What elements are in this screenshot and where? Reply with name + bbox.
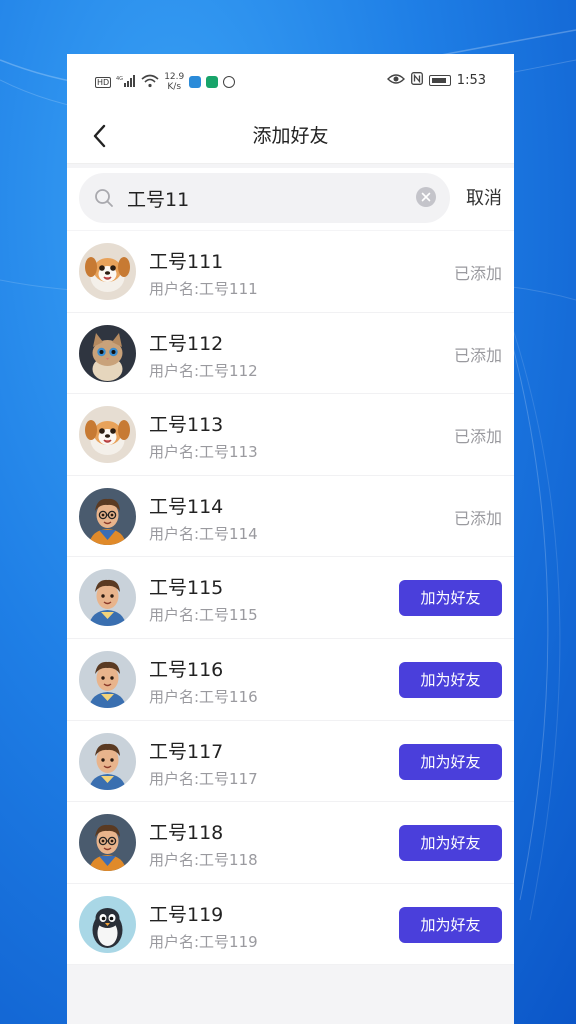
penguin-avatar	[79, 895, 136, 953]
added-status-label: 已添加	[453, 508, 502, 528]
user-display-name: 工号114	[149, 495, 224, 518]
user-username: 用户名:工号118	[149, 851, 258, 870]
add-friend-button[interactable]: 加为好友	[399, 825, 502, 862]
boy-avatar	[79, 650, 136, 708]
list-item[interactable]: 工号119 用户名:工号119 加为好友	[67, 884, 514, 966]
chart-notification-icon	[206, 76, 219, 88]
added-status-label: 已添加	[453, 345, 502, 365]
shield-notification-icon	[223, 76, 236, 88]
nfc-icon	[410, 72, 423, 88]
user-username: 用户名:工号113	[149, 443, 258, 462]
puppy-avatar	[79, 243, 136, 300]
puppy-avatar	[79, 406, 136, 464]
battery-icon	[428, 74, 451, 86]
add-friend-button[interactable]: 加为好友	[399, 906, 502, 943]
net-speed-value: 12.9	[164, 72, 185, 82]
status-bar: HD 4G 12.9 K/s 1:53	[67, 54, 514, 108]
cancel-button[interactable]: 取消	[466, 168, 502, 230]
user-username: 用户名:工号117	[149, 769, 258, 788]
user-display-name: 工号112	[149, 332, 224, 355]
navigation-bar: 添加好友	[67, 108, 514, 164]
search-results-list: 工号111 用户名:工号111 已添加 工号112 用户名:工号112 已添加 工号11…	[67, 231, 514, 966]
search-input[interactable]	[127, 187, 397, 209]
user-username: 用户名:工号114	[149, 524, 258, 543]
net-speed: 12.9 K/s	[164, 72, 184, 92]
kitten-avatar	[79, 324, 136, 382]
list-item[interactable]: 工号116 用户名:工号116 加为好友	[67, 639, 514, 721]
clock: 1:53	[456, 72, 486, 88]
added-status-label: 已添加	[453, 427, 502, 447]
user-display-name: 工号117	[149, 740, 224, 763]
user-display-name: 工号111	[149, 251, 224, 273]
status-right: 1:53	[386, 72, 486, 88]
user-display-name: 工号119	[149, 903, 224, 926]
user-username: 用户名:工号111	[149, 280, 258, 298]
boy-glasses-avatar	[79, 487, 136, 545]
clear-icon[interactable]	[416, 187, 436, 207]
list-item[interactable]: 工号115 用户名:工号115 加为好友	[67, 557, 514, 639]
status-left: HD 4G 12.9 K/s	[95, 72, 236, 92]
user-display-name: 工号115	[149, 577, 224, 600]
signal-icon: 4G	[116, 74, 136, 90]
search-row: 取消	[67, 168, 514, 230]
boy-glasses-avatar	[79, 814, 136, 872]
add-friend-button[interactable]: 加为好友	[399, 743, 502, 780]
user-username: 用户名:工号119	[149, 932, 258, 951]
list-item[interactable]: 工号111 用户名:工号111 已添加	[67, 231, 514, 313]
wifi-icon	[141, 74, 159, 91]
user-username: 用户名:工号112	[149, 361, 258, 380]
user-username: 用户名:工号116	[149, 687, 258, 706]
user-username: 用户名:工号115	[149, 606, 258, 625]
user-display-name: 工号116	[149, 658, 224, 681]
search-icon	[93, 187, 115, 209]
added-status-label: 已添加	[453, 264, 502, 283]
hd-badge: HD	[95, 76, 112, 88]
search-box[interactable]	[79, 173, 450, 223]
net-speed-unit: K/s	[167, 82, 182, 92]
user-display-name: 工号118	[149, 822, 224, 845]
list-item[interactable]: 工号117 用户名:工号117 加为好友	[67, 721, 514, 803]
svg-text:4G: 4G	[116, 76, 123, 82]
app-window: HD 4G 12.9 K/s 1:53 添加好友 工号11 取消 工号111 用…	[67, 54, 514, 1024]
user-display-name: 工号113	[149, 414, 224, 437]
list-item[interactable]: 工号112 用户名:工号112 已添加	[67, 313, 514, 395]
app-notification-icon	[189, 76, 202, 88]
list-item[interactable]: 工号114 用户名:工号114 已添加	[67, 476, 514, 558]
eye-icon	[386, 73, 405, 88]
boy-avatar	[79, 732, 136, 790]
add-friend-button[interactable]: 加为好友	[399, 580, 502, 617]
list-item[interactable]: 工号118 用户名:工号118 加为好友	[67, 802, 514, 884]
list-item[interactable]: 工号113 用户名:工号113 已添加	[67, 394, 514, 476]
page-title: 添加好友	[252, 125, 329, 147]
add-friend-button[interactable]: 加为好友	[399, 661, 502, 698]
boy-avatar	[79, 569, 136, 627]
